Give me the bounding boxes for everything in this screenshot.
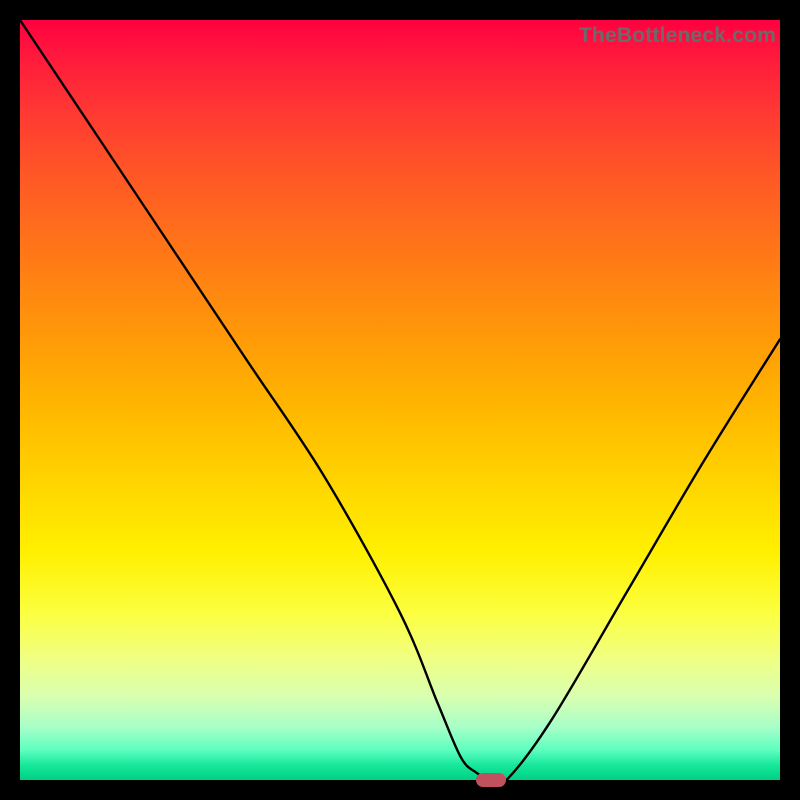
chart-container: TheBottleneck.com: [0, 0, 800, 800]
watermark-label: TheBottleneck.com: [579, 24, 776, 48]
bottleneck-curve: [20, 20, 780, 780]
optimal-point-marker: [476, 773, 506, 787]
